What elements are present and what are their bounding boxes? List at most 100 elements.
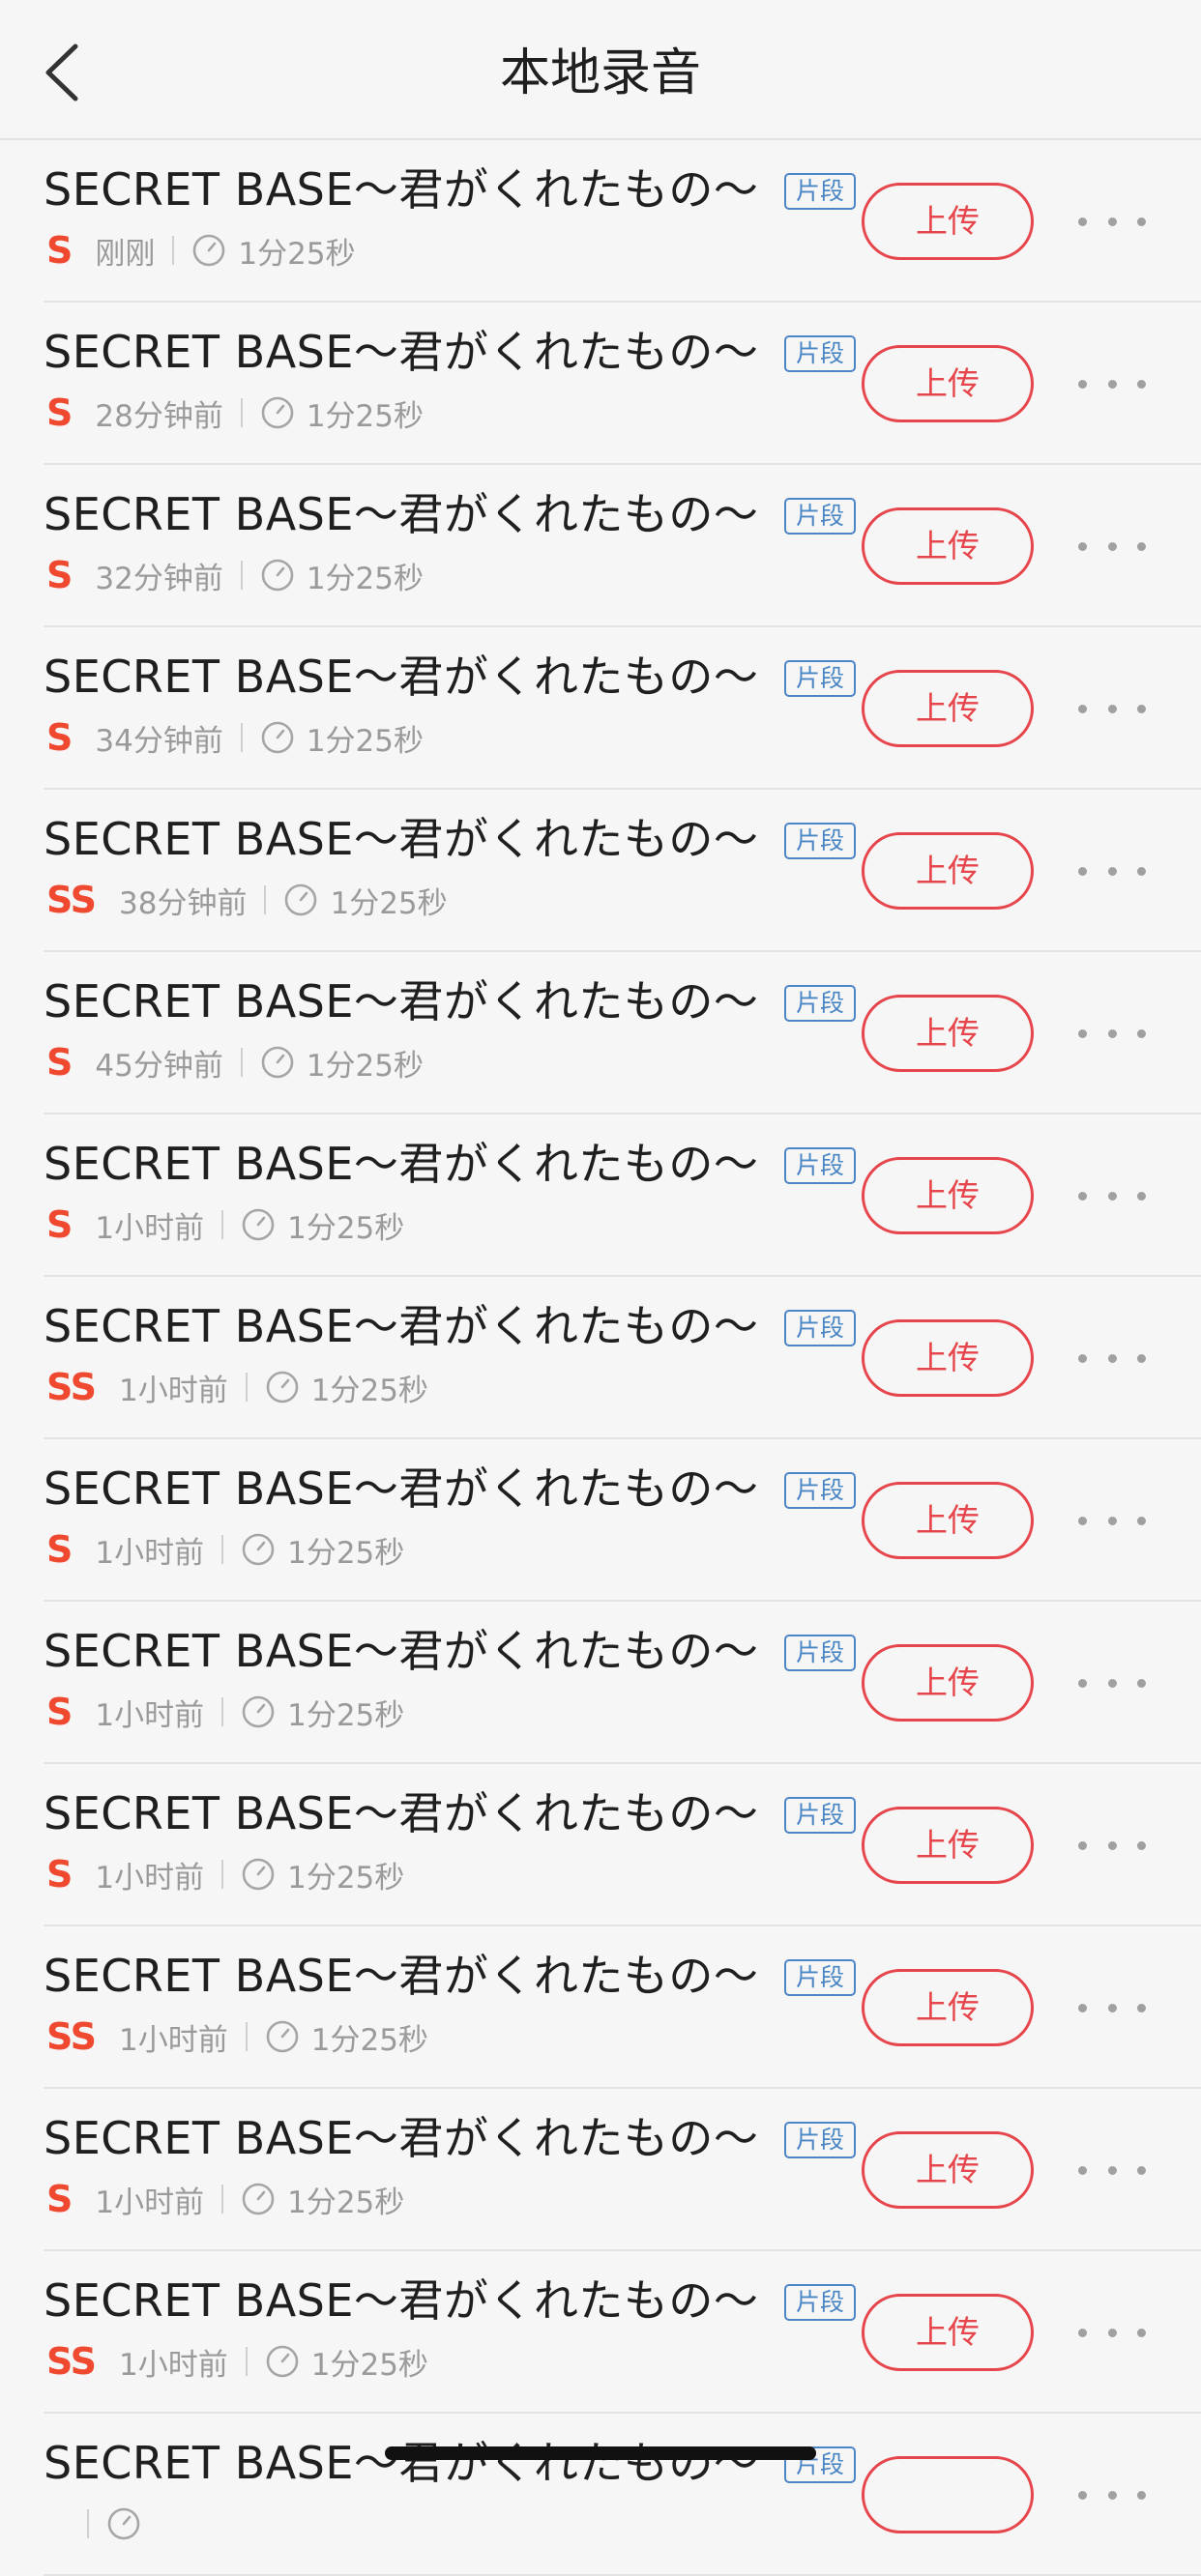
clip-tag: 片段 [784, 2284, 856, 2321]
more-options-button[interactable] [1078, 850, 1146, 892]
more-options-button[interactable] [1078, 200, 1146, 243]
recorded-time: 1小时前 [119, 2347, 228, 2383]
recording-row[interactable]: SECRET BASE～君がくれたもの～ 片段 S 28分钟前 1分25秒 上传 [0, 303, 1201, 465]
upload-button[interactable]: 上传 [862, 345, 1034, 422]
clock-icon [261, 396, 294, 429]
recording-duration: 1分25秒 [287, 1860, 405, 1896]
quality-badge: S [46, 1203, 73, 1246]
clock-icon [242, 2183, 275, 2215]
meta-divider [245, 2022, 248, 2051]
more-dot-icon [1078, 2490, 1087, 2500]
more-dot-icon [1137, 1516, 1146, 1525]
recording-row[interactable]: SECRET BASE～君がくれたもの～ 片段 S 1小时前 1分25秒 上传 [0, 1602, 1201, 1764]
clock-icon [285, 883, 317, 916]
more-dot-icon [1078, 2003, 1087, 2012]
more-dot-icon [1137, 2490, 1146, 2500]
recording-row[interactable]: SECRET BASE～君がくれたもの～ 片段 SS 1小时前 1分25秒 上传 [0, 1277, 1201, 1439]
recording-duration: 1分25秒 [306, 561, 424, 596]
recording-meta: SS 38分钟前 1分25秒 [46, 879, 448, 921]
clip-tag: 片段 [784, 1959, 856, 1996]
recording-row[interactable]: SECRET BASE～君がくれたもの～ 片段 S 34分钟前 1分25秒 上传 [0, 627, 1201, 790]
more-dot-icon [1137, 1353, 1146, 1363]
more-dot-icon [1078, 1353, 1087, 1363]
recording-duration: 1分25秒 [306, 1048, 424, 1084]
recording-row[interactable]: SECRET BASE～君がくれたもの～ 片段 S 刚刚 1分25秒 上传 [0, 140, 1201, 303]
more-options-button[interactable] [1078, 1986, 1146, 2029]
song-title: SECRET BASE～君がくれたもの～ [44, 2112, 759, 2164]
more-dot-icon [1078, 541, 1087, 551]
upload-button[interactable] [862, 2456, 1034, 2533]
clock-icon [107, 2507, 140, 2540]
more-dot-icon [1137, 379, 1146, 389]
clock-icon [261, 721, 294, 754]
recording-row[interactable]: SECRET BASE～君がくれたもの～ 片段 S 1小时前 1分25秒 上传 [0, 1114, 1201, 1277]
song-title: SECRET BASE～君がくれたもの～ [44, 1625, 759, 1677]
more-options-button[interactable] [1078, 1499, 1146, 1542]
meta-divider [221, 1535, 224, 1564]
home-indicator[interactable] [385, 2446, 816, 2460]
quality-badge: S [46, 716, 73, 759]
quality-badge: S [46, 554, 73, 596]
song-title: SECRET BASE～君がくれたもの～ [44, 488, 759, 540]
recording-row[interactable]: SECRET BASE～君がくれたもの～ 片段 S 1小时前 1分25秒 上传 [0, 1439, 1201, 1602]
recording-duration: 1分25秒 [287, 1697, 405, 1733]
more-options-button[interactable] [1078, 1662, 1146, 1704]
upload-button[interactable]: 上传 [862, 1807, 1034, 1884]
recording-row[interactable]: SECRET BASE～君がくれたもの～ 片段 S 1小时前 1分25秒 上传 [0, 1764, 1201, 1926]
more-options-button[interactable] [1078, 2149, 1146, 2191]
more-dot-icon [1107, 2165, 1117, 2175]
more-options-button[interactable] [1078, 1824, 1146, 1867]
recording-row[interactable]: SECRET BASE～君がくれたもの～ 片段 S 45分钟前 1分25秒 上传 [0, 952, 1201, 1114]
upload-button[interactable]: 上传 [862, 2131, 1034, 2209]
more-dot-icon [1137, 866, 1146, 876]
quality-badge: SS [46, 1366, 97, 1408]
upload-button[interactable]: 上传 [862, 507, 1034, 585]
top-nav-bar: 本地录音 [0, 0, 1201, 140]
more-dot-icon [1137, 2003, 1146, 2012]
clock-icon [242, 1533, 275, 1566]
clip-tag: 片段 [784, 173, 856, 210]
more-options-button[interactable] [1078, 525, 1146, 567]
recording-row[interactable]: SECRET BASE～君がくれたもの～ 片段 S 32分钟前 1分25秒 上传 [0, 465, 1201, 627]
recording-row[interactable]: SECRET BASE～君がくれたもの～ 片段 SS 38分钟前 1分25秒 上… [0, 790, 1201, 952]
quality-badge: S [46, 1041, 73, 1084]
upload-button[interactable]: 上传 [862, 832, 1034, 910]
more-options-button[interactable] [1078, 2311, 1146, 2354]
more-options-button[interactable] [1078, 1337, 1146, 1379]
more-dot-icon [1107, 2328, 1117, 2337]
clip-tag: 片段 [784, 498, 856, 535]
recording-row[interactable]: SECRET BASE～君がくれたもの～ 片段 S 1小时前 1分25秒 上传 [0, 2089, 1201, 2251]
clip-tag: 片段 [784, 985, 856, 1022]
more-options-button[interactable] [1078, 687, 1146, 730]
more-dot-icon [1137, 1028, 1146, 1038]
upload-button[interactable]: 上传 [862, 1482, 1034, 1559]
song-title: SECRET BASE～君がくれたもの～ [44, 1950, 759, 2002]
recording-row[interactable]: SECRET BASE～君がくれたもの～ 片段 SS 1小时前 1分25秒 上传 [0, 2251, 1201, 2414]
more-dot-icon [1107, 1028, 1117, 1038]
recording-row[interactable]: SECRET BASE～君がくれたもの～ 片段 [0, 2414, 1201, 2576]
more-dot-icon [1078, 1678, 1087, 1688]
meta-divider [172, 236, 175, 265]
more-dot-icon [1107, 217, 1117, 226]
more-options-button[interactable] [1078, 1012, 1146, 1055]
more-options-button[interactable] [1078, 362, 1146, 405]
clip-tag: 片段 [784, 1472, 856, 1509]
upload-button[interactable]: 上传 [862, 2294, 1034, 2371]
upload-button[interactable]: 上传 [862, 183, 1034, 260]
meta-divider [240, 561, 243, 590]
recording-duration: 1分25秒 [310, 1373, 428, 1408]
more-options-button[interactable] [1078, 2474, 1146, 2516]
upload-button[interactable]: 上传 [862, 1969, 1034, 2046]
recorded-time: 1小时前 [95, 1860, 205, 1896]
upload-button[interactable]: 上传 [862, 1157, 1034, 1234]
upload-button[interactable]: 上传 [862, 1644, 1034, 1722]
upload-button[interactable]: 上传 [862, 1319, 1034, 1397]
meta-divider [221, 1860, 224, 1889]
recording-row[interactable]: SECRET BASE～君がくれたもの～ 片段 SS 1小时前 1分25秒 上传 [0, 1926, 1201, 2089]
upload-button[interactable]: 上传 [862, 670, 1034, 747]
recorded-time: 1小时前 [119, 2022, 228, 2058]
clip-tag: 片段 [784, 1635, 856, 1671]
upload-button[interactable]: 上传 [862, 995, 1034, 1072]
recording-duration: 1分25秒 [306, 398, 424, 434]
more-options-button[interactable] [1078, 1174, 1146, 1217]
